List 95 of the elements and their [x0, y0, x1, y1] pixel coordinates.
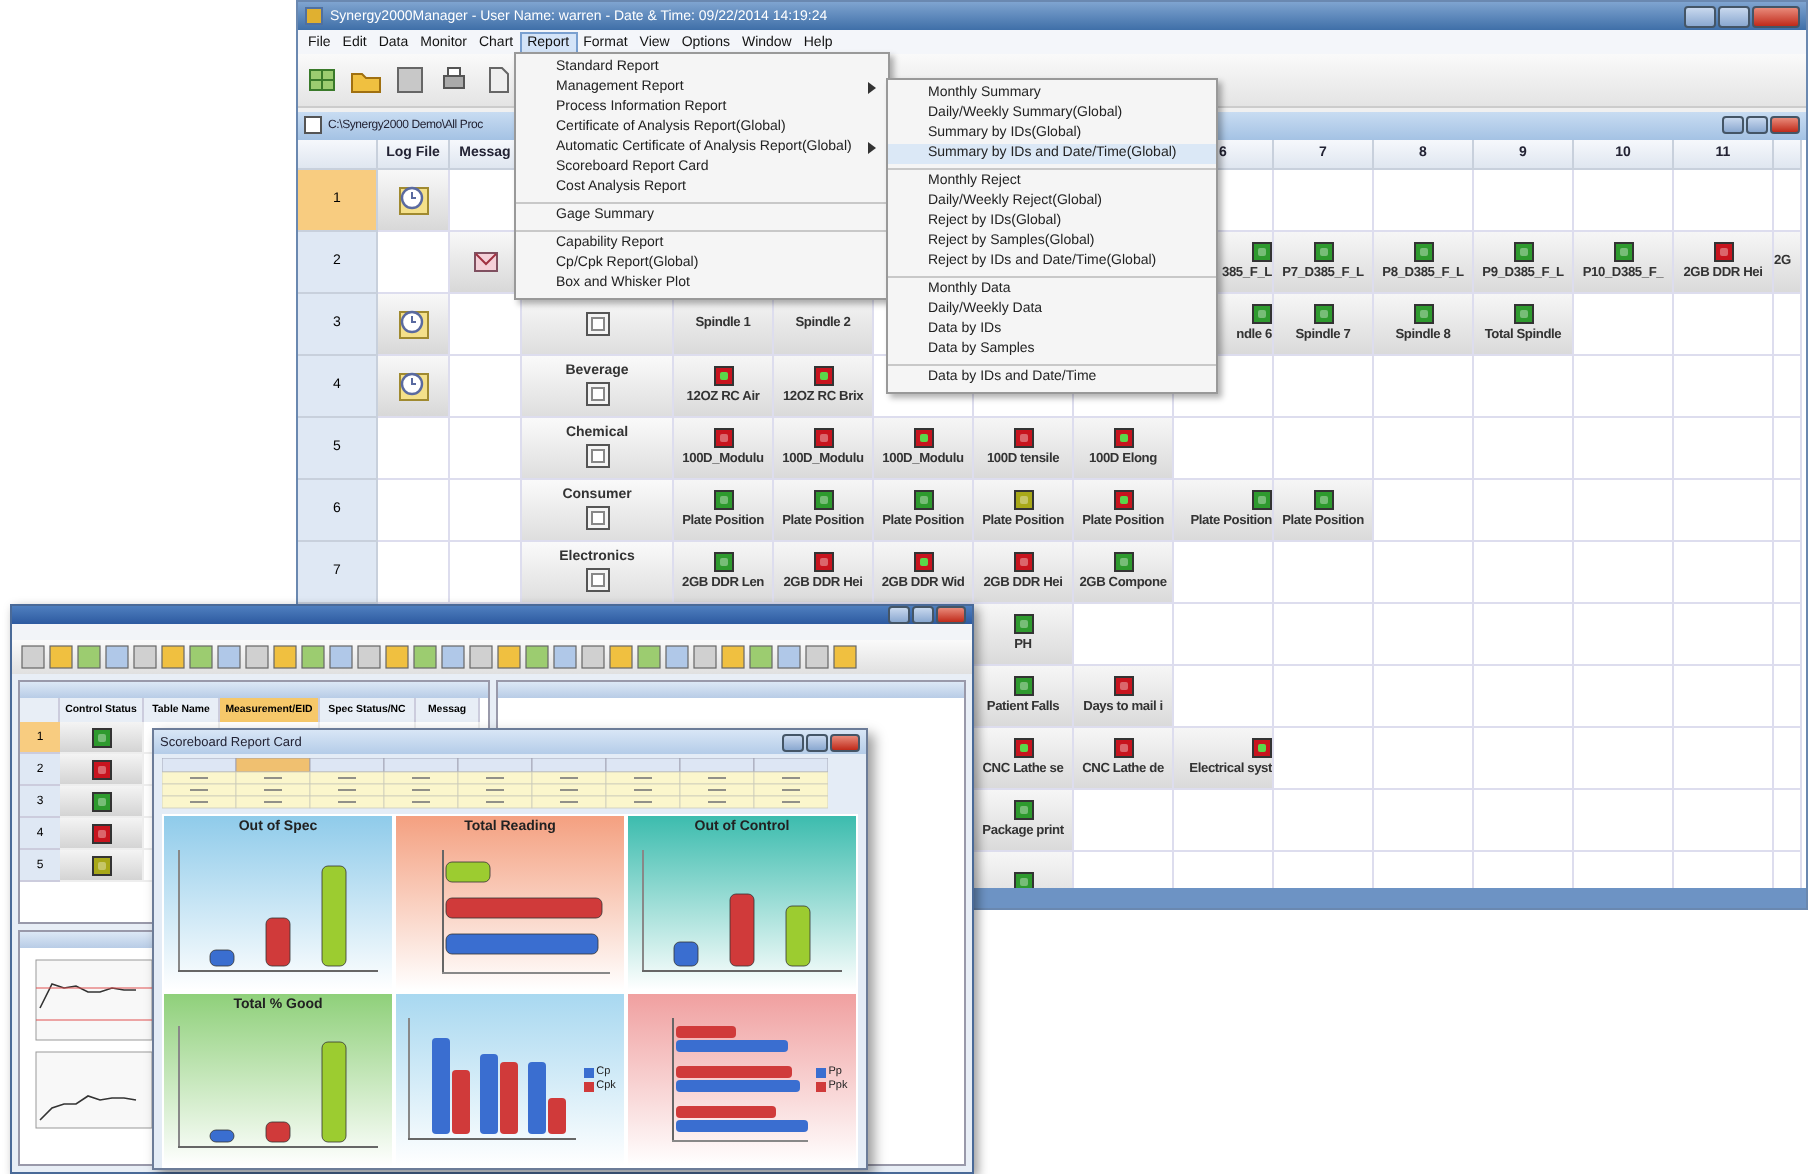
status-button[interactable] — [60, 754, 144, 786]
table-cell — [1574, 789, 1674, 852]
square-icon[interactable] — [394, 64, 426, 96]
close-button[interactable] — [1752, 5, 1800, 27]
minimize-button[interactable] — [888, 606, 910, 624]
table-cell — [1074, 789, 1174, 852]
grid-icon[interactable] — [306, 64, 338, 96]
table-cell — [1274, 541, 1374, 604]
log-file-button[interactable] — [378, 355, 450, 418]
square-icon — [585, 311, 609, 336]
table-cell — [1674, 727, 1774, 790]
table-cell — [1674, 293, 1774, 356]
table-cell — [1274, 665, 1374, 728]
submenu-arrow-icon — [868, 142, 876, 154]
submenu-arrow-icon — [868, 82, 876, 94]
table-cell — [1474, 789, 1574, 852]
legend-swatch — [816, 1081, 827, 1092]
table-cell — [1374, 727, 1474, 790]
header-cell — [20, 698, 60, 722]
minimize-button[interactable] — [782, 733, 804, 751]
table-cell — [1774, 789, 1802, 852]
clock-icon — [397, 183, 429, 216]
table-cell — [1674, 355, 1774, 418]
table-cell — [1574, 417, 1674, 480]
close-button[interactable] — [936, 606, 966, 624]
log-file-button[interactable] — [378, 169, 450, 232]
minimize-button[interactable] — [1684, 5, 1716, 27]
maximize-button[interactable] — [1746, 116, 1768, 135]
table-cell — [1674, 603, 1774, 666]
table-cell — [1374, 355, 1474, 418]
table-cell — [1674, 479, 1774, 542]
legend-swatch — [584, 1067, 595, 1078]
table-cell — [1474, 479, 1574, 542]
table-cell — [1774, 541, 1802, 604]
table-cell — [1374, 789, 1474, 852]
table-cell — [1674, 417, 1774, 480]
app-icon — [304, 6, 324, 26]
envelope-icon — [473, 249, 497, 274]
table-cell — [1374, 665, 1474, 728]
table-cell — [1674, 665, 1774, 728]
status-button[interactable] — [60, 818, 144, 850]
clock-icon — [397, 307, 429, 340]
table-cell — [1374, 417, 1474, 480]
table-cell — [1674, 789, 1774, 852]
table-cell — [1374, 603, 1474, 666]
square-icon — [585, 382, 609, 407]
status-button[interactable] — [60, 722, 144, 754]
table-cell — [1474, 603, 1574, 666]
square-icon — [585, 568, 609, 593]
table-cell — [1774, 665, 1802, 728]
clock-icon — [397, 369, 429, 402]
legend-swatch — [584, 1081, 595, 1092]
table-cell — [1274, 727, 1374, 790]
close-button[interactable] — [830, 733, 860, 751]
table-cell — [1274, 789, 1374, 852]
table-cell — [1174, 789, 1274, 852]
status-button[interactable] — [60, 786, 144, 818]
table-cell — [1774, 603, 1802, 666]
table-cell — [1474, 417, 1574, 480]
close-button[interactable] — [1770, 116, 1800, 135]
table-cell — [1774, 355, 1802, 418]
table-cell — [1274, 355, 1374, 418]
table-cell — [1574, 293, 1674, 356]
table-cell — [1774, 293, 1802, 356]
table-cell — [1774, 417, 1802, 480]
maximize-button[interactable] — [1718, 5, 1750, 27]
maximize-button[interactable] — [912, 606, 934, 624]
header-cell — [298, 139, 378, 170]
table-cell — [1474, 665, 1574, 728]
minimize-button[interactable] — [1722, 116, 1744, 135]
table-cell — [1374, 479, 1474, 542]
maximize-button[interactable] — [806, 733, 828, 751]
table-cell — [1174, 603, 1274, 666]
table-cell — [1474, 727, 1574, 790]
table-cell — [1674, 541, 1774, 604]
table-cell — [1174, 541, 1274, 604]
table-cell — [1474, 355, 1574, 418]
column-header — [1774, 139, 1802, 170]
log-file-button[interactable] — [378, 293, 450, 356]
table-cell — [1574, 727, 1674, 790]
table-cell — [1774, 479, 1802, 542]
table-cell — [1474, 541, 1574, 604]
square-icon — [585, 506, 609, 531]
table-cell — [1574, 603, 1674, 666]
square-icon — [585, 444, 609, 469]
table-cell — [1274, 603, 1374, 666]
table-cell — [1574, 479, 1674, 542]
status-button[interactable] — [60, 850, 144, 882]
table-cell — [1574, 355, 1674, 418]
table-cell — [1574, 665, 1674, 728]
document-icon — [304, 116, 322, 135]
table-cell — [1774, 727, 1802, 790]
table-cell — [1574, 541, 1674, 604]
table-cell — [1374, 541, 1474, 604]
legend-swatch — [816, 1067, 827, 1078]
